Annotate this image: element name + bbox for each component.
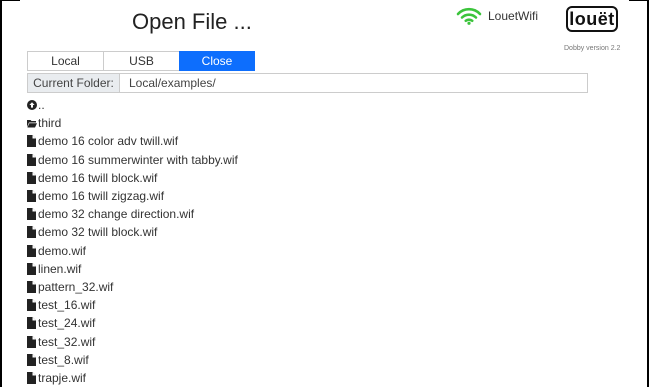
close-button[interactable]: Close [179, 51, 255, 71]
file-item[interactable]: test_8.wif [27, 351, 238, 369]
file-item[interactable]: test_16.wif [27, 296, 238, 314]
file-item[interactable]: demo 32 twill block.wif [27, 223, 238, 241]
version-label: Dobby version 2.2 [564, 45, 621, 52]
current-folder-label: Current Folder: [27, 73, 120, 93]
file-icon [27, 135, 37, 148]
file-name: pattern_32.wif [38, 279, 114, 294]
file-name: trapje.wif [38, 370, 87, 385]
file-item[interactable]: test_24.wif [27, 314, 238, 332]
file-item[interactable]: pattern_32.wif [27, 278, 238, 296]
file-item[interactable]: demo.wif [27, 242, 238, 260]
file-icon [27, 226, 37, 239]
file-name: test_24.wif [38, 316, 96, 331]
file-icon [27, 190, 37, 203]
louet-logo: louët [566, 6, 618, 32]
file-item[interactable]: demo 32 change direction.wif [27, 205, 238, 223]
file-name: test_16.wif [38, 298, 96, 313]
wifi-network-name: LouetWifi [488, 9, 539, 23]
parent-dir-item[interactable]: .. [27, 96, 238, 114]
file-name: third [38, 116, 62, 131]
file-item[interactable]: demo 16 twill zigzag.wif [27, 187, 238, 205]
file-name: demo 32 change direction.wif [38, 207, 195, 222]
file-name: linen.wif [38, 261, 82, 276]
folder-item[interactable]: third [27, 114, 238, 132]
frame-top-left-edge [0, 0, 20, 1]
current-folder-path: Local/examples/ [120, 73, 588, 93]
file-name: demo.wif [38, 243, 87, 258]
dialog-title: Open File ... [132, 9, 252, 34]
file-icon [27, 208, 37, 221]
file-name: demo 16 twill zigzag.wif [38, 189, 165, 204]
file-list: .. third demo 16 color adv twill.wif demo 1… [27, 96, 238, 387]
file-item[interactable]: test_32.wif [27, 332, 238, 350]
file-item[interactable]: demo 16 twill block.wif [27, 169, 238, 187]
file-icon [27, 299, 37, 312]
wifi-icon [456, 7, 482, 25]
file-item[interactable]: linen.wif [27, 260, 238, 278]
file-icon [27, 262, 37, 275]
file-name: .. [38, 98, 45, 113]
file-name: test_32.wif [38, 334, 96, 349]
file-name: demo 32 twill block.wif [38, 225, 158, 240]
file-item[interactable]: demo 16 summerwinter with tabby.wif [27, 151, 238, 169]
local-button[interactable]: Local [27, 51, 104, 71]
source-button-group: Local USB Close [27, 51, 255, 71]
file-icon [27, 171, 37, 184]
file-icon [27, 244, 37, 257]
file-icon [27, 335, 37, 348]
file-item[interactable]: demo 16 color adv twill.wif [27, 132, 238, 150]
file-name: test_8.wif [38, 352, 89, 367]
wifi-status: LouetWifi [456, 7, 538, 25]
file-name: demo 16 color adv twill.wif [38, 134, 179, 149]
file-icon [27, 353, 37, 366]
frame-top-right-edge [629, 0, 649, 1]
usb-button[interactable]: USB [103, 51, 180, 71]
file-icon [27, 371, 37, 384]
file-name: demo 16 summerwinter with tabby.wif [38, 152, 238, 167]
current-folder-row: Current Folder: Local/examples/ [27, 73, 588, 93]
parent-dir-icon [27, 99, 37, 111]
file-icon [27, 317, 37, 330]
file-icon [27, 153, 37, 166]
file-icon [27, 280, 37, 293]
file-item[interactable]: trapje.wif [27, 369, 238, 387]
folder-icon [27, 117, 37, 129]
file-name: demo 16 twill block.wif [38, 170, 158, 185]
